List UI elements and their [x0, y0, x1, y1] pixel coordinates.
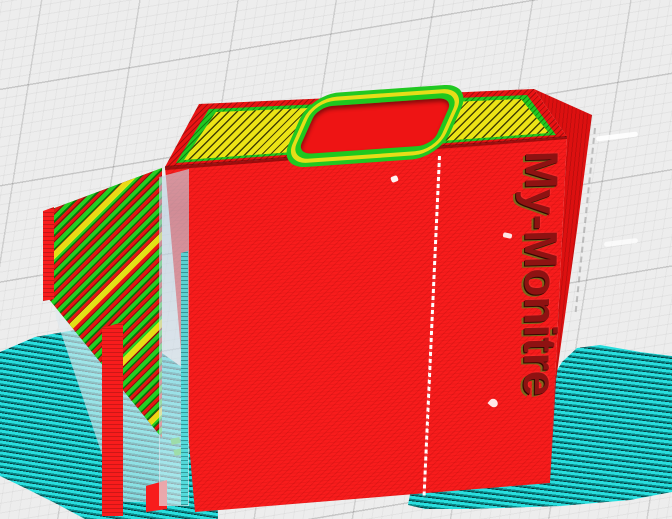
model-stand-upright[interactable]: My-Monitre — [0, 0, 672, 519]
slicer-3d-viewport[interactable]: My-Monitre — [0, 0, 672, 519]
embossed-model-text: My-Monitre — [513, 150, 568, 397]
